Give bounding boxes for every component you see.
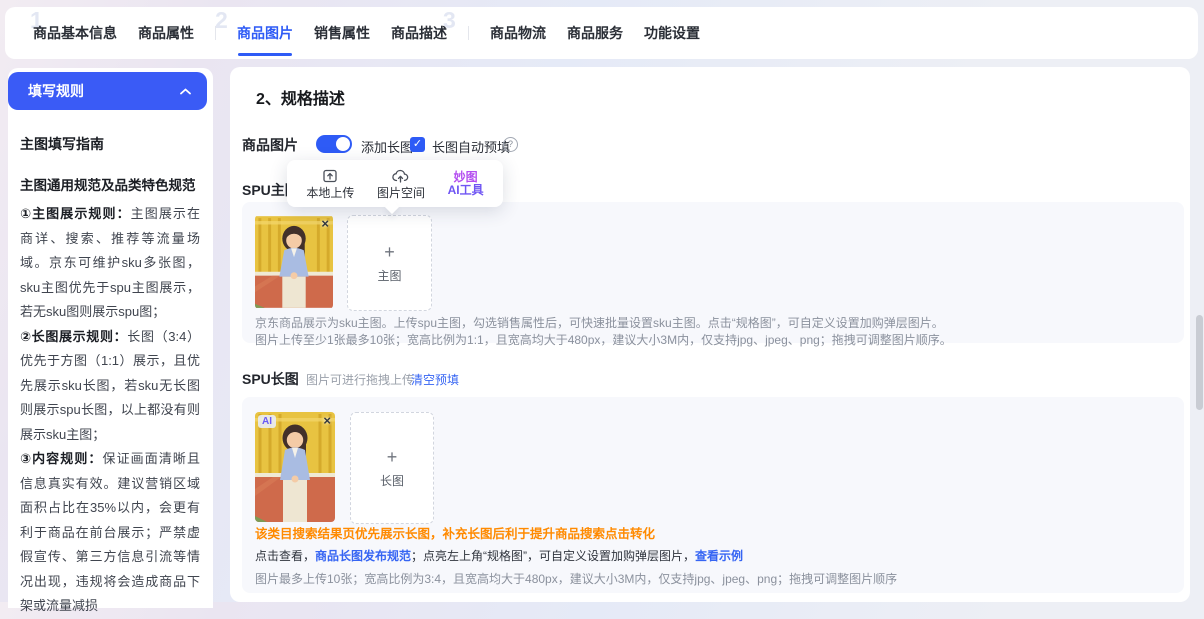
remove-image-icon[interactable]: × xyxy=(323,413,331,428)
plus-icon: + xyxy=(384,243,395,261)
rule-paragraph: ①主图展示规则：主图展示在商详、搜索、推荐等流量场域。京东可维护sku多张图，s… xyxy=(20,202,200,325)
image-space-item[interactable]: 图片空间 xyxy=(377,168,425,200)
guide-title: 主图填写指南 xyxy=(20,134,200,154)
tab-function-settings[interactable]: 功能设置 xyxy=(644,23,700,43)
help-question-icon[interactable]: ? xyxy=(503,137,518,152)
upload-menu-popover: 本地上传 图片空间 妙图 AI工具 xyxy=(287,160,503,207)
ai-tool-label-bottom: AI工具 xyxy=(448,184,484,197)
ai-tool-label-top: 妙图 xyxy=(454,171,478,184)
main-content: 2、规格描述 商品图片 添加长图 ✓ 长图自动预填 ? 本地上传 图片空间 妙图… xyxy=(230,67,1190,602)
add-long-image-label: 长图 xyxy=(380,472,404,489)
tab-services[interactable]: 商品服务 xyxy=(567,23,623,43)
clear-prefill-link[interactable]: 清空预填 xyxy=(411,371,459,388)
add-long-image-button[interactable]: + 长图 xyxy=(350,412,434,524)
spu-long-panel: AI × + 长图 该类目搜索结果页优先展示长图，补充长图后利于提升商品搜索点击… xyxy=(242,397,1184,593)
image-space-label: 图片空间 xyxy=(377,187,425,200)
tab-logistics[interactable]: 商品物流 xyxy=(490,23,546,43)
remove-image-icon[interactable]: × xyxy=(321,216,329,231)
add-long-image-toggle[interactable] xyxy=(316,135,352,153)
long-image-doc-line: 点击查看，商品长图发布规范；点亮左上角“规格图”，可自定义设置加购弹层图片，查看… xyxy=(255,547,743,564)
doc-mid: ；点亮左上角“规格图”，可自定义设置加购弹层图片， xyxy=(411,549,695,563)
add-main-image-label: 主图 xyxy=(377,267,401,284)
rule-label: ③内容规则： xyxy=(20,451,103,466)
long-image-warning: 该类目搜索结果页优先展示长图，补充长图后利于提升商品搜索点击转化 xyxy=(255,523,655,542)
section-title: 2、规格描述 xyxy=(256,85,345,109)
rules-sidebar: 填写规则 主图填写指南 主图通用规范及品类特色规范 ①主图展示规则：主图展示在商… xyxy=(8,68,213,608)
tab-product-images[interactable]: 商品图片 xyxy=(237,23,293,43)
local-upload-label: 本地上传 xyxy=(306,187,354,200)
spu-long-label: SPU长图 xyxy=(242,369,299,389)
tab-divider xyxy=(468,26,469,40)
rule-label: ①主图展示规则： xyxy=(20,206,131,221)
local-upload-icon xyxy=(322,168,338,184)
vertical-scrollbar-thumb[interactable] xyxy=(1196,315,1203,410)
rules-panel-title: 填写规则 xyxy=(28,81,84,101)
view-example-link[interactable]: 查看示例 xyxy=(695,549,743,563)
ai-generated-badge: AI xyxy=(258,415,276,428)
rule-text: 保证画面清晰且信息真实有效。建议营销区域面积占比在35%以内，会更有利于商品在前… xyxy=(20,451,200,613)
add-long-image-label: 添加长图 xyxy=(361,137,413,156)
tab-basic-info[interactable]: 商品基本信息 xyxy=(33,23,117,43)
local-upload-item[interactable]: 本地上传 xyxy=(306,168,354,200)
rule-label: ②长图展示规则： xyxy=(20,329,127,344)
top-tab-bar: 1 2 3 商品基本信息 商品属性 商品图片 销售属性 商品描述 商品物流 商品… xyxy=(5,7,1198,59)
auto-prefill-label: 长图自动预填 xyxy=(432,137,510,156)
rules-section-title: 主图通用规范及品类特色规范 xyxy=(20,174,200,194)
toggle-knob xyxy=(336,137,350,151)
chevron-up-icon[interactable] xyxy=(180,88,191,95)
doc-prefix: 点击查看， xyxy=(255,549,315,563)
tab-description[interactable]: 商品描述 xyxy=(391,23,447,43)
product-images-label: 商品图片 xyxy=(242,135,298,155)
tab-divider xyxy=(215,26,216,40)
rule-paragraph: ③内容规则：保证画面清晰且信息真实有效。建议营销区域面积占比在35%以内，会更有… xyxy=(20,447,200,619)
spu-main-tip-1: 京东商品展示为sku主图。上传spu主图，勾选销售属性后，可快速批量设置sku主… xyxy=(255,314,944,331)
cloud-upload-icon xyxy=(392,168,409,184)
long-image-spec-link[interactable]: 商品长图发布规范 xyxy=(315,549,411,563)
tab-sales-attributes[interactable]: 销售属性 xyxy=(314,23,370,43)
rule-paragraph: ②长图展示规则：长图（3:4）优先于方图（1:1）展示，且优先展示sku长图，若… xyxy=(20,325,200,448)
add-main-image-button[interactable]: + 主图 xyxy=(347,215,432,311)
rule-text: 长图（3:4）优先于方图（1:1）展示，且优先展示sku长图，若sku无长图则展… xyxy=(20,329,200,442)
spu-long-image-thumb[interactable]: AI × xyxy=(255,412,335,522)
product-photo xyxy=(255,412,335,522)
ai-tool-item[interactable]: 妙图 AI工具 xyxy=(448,171,484,197)
plus-icon: + xyxy=(387,448,398,466)
drag-upload-hint: 图片可进行拖拽上传 xyxy=(306,371,414,388)
spu-main-tip-2: 图片上传至少1张最多10张；宽高比例为1:1，且宽高均大于480px，建议大小3… xyxy=(255,331,952,348)
spu-long-tip: 图片最多上传10张；宽高比例为3:4，且宽高均大于480px，建议大小3M内，仅… xyxy=(255,570,897,587)
rules-panel-header[interactable]: 填写规则 xyxy=(8,72,207,110)
spu-main-image-thumb[interactable]: × xyxy=(255,215,333,309)
spu-main-panel: × + 主图 京东商品展示为sku主图。上传spu主图，勾选销售属性后，可快速批… xyxy=(242,202,1184,343)
auto-prefill-checkbox[interactable]: ✓ xyxy=(410,137,425,152)
rule-text: 主图展示在商详、搜索、推荐等流量场域。京东可维护sku多张图，sku主图优先于s… xyxy=(20,206,200,319)
tab-attributes[interactable]: 商品属性 xyxy=(138,23,194,43)
